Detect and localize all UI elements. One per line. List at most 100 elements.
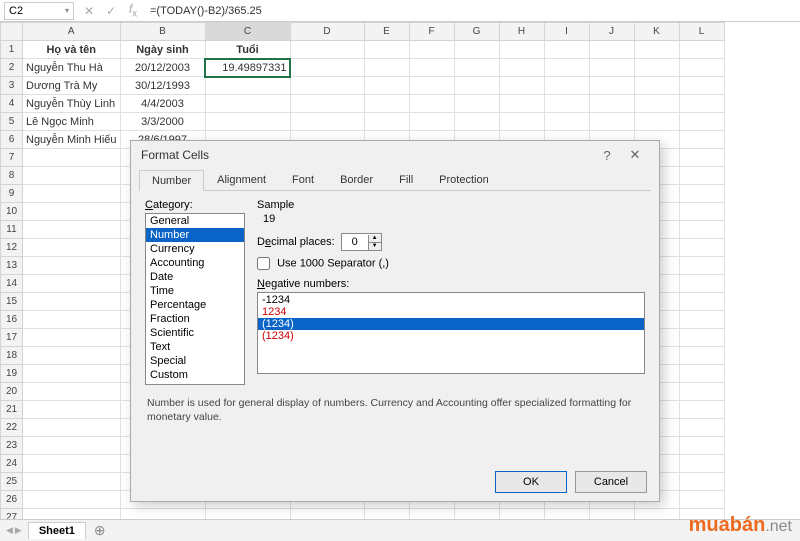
cell[interactable]	[679, 419, 724, 437]
cell[interactable]	[589, 509, 634, 520]
cell[interactable]	[205, 113, 290, 131]
category-item[interactable]: Percentage	[146, 298, 244, 312]
cell[interactable]	[589, 41, 634, 59]
row-header[interactable]: 8	[1, 167, 23, 185]
column-header[interactable]: I	[544, 23, 589, 41]
cell[interactable]	[23, 473, 121, 491]
cell[interactable]	[23, 239, 121, 257]
cell[interactable]	[120, 509, 205, 520]
category-item[interactable]: Custom	[146, 368, 244, 382]
cell[interactable]: Nguyễn Thùy Linh	[23, 95, 121, 113]
cell[interactable]	[679, 203, 724, 221]
name-box[interactable]: C2 ▾	[4, 2, 74, 20]
cell[interactable]	[290, 59, 364, 77]
cell[interactable]	[544, 41, 589, 59]
row-header[interactable]: 5	[1, 113, 23, 131]
category-item[interactable]: Date	[146, 270, 244, 284]
row-header[interactable]: 14	[1, 275, 23, 293]
cell[interactable]	[23, 167, 121, 185]
cell[interactable]	[23, 347, 121, 365]
fx-icon[interactable]: fx	[122, 2, 144, 19]
cell[interactable]	[23, 419, 121, 437]
cell[interactable]	[499, 77, 544, 95]
column-header[interactable]: B	[120, 23, 205, 41]
row-header[interactable]: 11	[1, 221, 23, 239]
cell[interactable]	[589, 113, 634, 131]
cell[interactable]	[23, 257, 121, 275]
cell[interactable]	[679, 473, 724, 491]
help-icon[interactable]: ?	[593, 148, 621, 163]
row-header[interactable]: 19	[1, 365, 23, 383]
cell[interactable]	[23, 149, 121, 167]
category-item[interactable]: Scientific	[146, 326, 244, 340]
row-header[interactable]: 17	[1, 329, 23, 347]
cell[interactable]	[634, 95, 679, 113]
column-header[interactable]: A	[23, 23, 121, 41]
cell[interactable]	[23, 203, 121, 221]
cell[interactable]	[679, 59, 724, 77]
close-icon[interactable]: ✕	[621, 147, 649, 163]
row-header[interactable]: 24	[1, 455, 23, 473]
name-box-dropdown-icon[interactable]: ▾	[65, 6, 69, 15]
column-header[interactable]: K	[634, 23, 679, 41]
cell[interactable]	[409, 509, 454, 520]
dialog-tab-number[interactable]: Number	[139, 170, 204, 191]
cell[interactable]	[679, 383, 724, 401]
cell[interactable]	[23, 275, 121, 293]
row-header[interactable]: 15	[1, 293, 23, 311]
negative-numbers-list[interactable]: -12341234(1234)(1234)	[257, 292, 645, 374]
cell[interactable]	[364, 509, 409, 520]
cell[interactable]	[679, 329, 724, 347]
cell[interactable]	[499, 59, 544, 77]
cell[interactable]	[23, 329, 121, 347]
cell[interactable]: 20/12/2003	[120, 59, 205, 77]
negative-format-item[interactable]: 1234	[258, 306, 644, 318]
cell[interactable]	[679, 41, 724, 59]
cancel-formula-icon[interactable]: ✕	[78, 4, 100, 18]
row-header[interactable]: 12	[1, 239, 23, 257]
cell[interactable]	[634, 59, 679, 77]
column-header[interactable]: E	[364, 23, 409, 41]
tab-nav-next-icon[interactable]: ▶	[15, 525, 22, 536]
cell[interactable]	[205, 95, 290, 113]
row-header[interactable]: 25	[1, 473, 23, 491]
cancel-button[interactable]: Cancel	[575, 471, 647, 493]
cell[interactable]	[454, 509, 499, 520]
category-item[interactable]: General	[146, 214, 244, 228]
column-header[interactable]: L	[679, 23, 724, 41]
cell[interactable]	[544, 509, 589, 520]
cell[interactable]	[679, 221, 724, 239]
row-header[interactable]: 4	[1, 95, 23, 113]
cell[interactable]	[23, 509, 121, 520]
cell[interactable]	[679, 77, 724, 95]
cell[interactable]	[23, 293, 121, 311]
decimal-places-stepper[interactable]: ▲▼	[341, 233, 382, 251]
column-header[interactable]: C	[205, 23, 290, 41]
cell[interactable]	[679, 455, 724, 473]
cell[interactable]	[364, 113, 409, 131]
spin-down-icon[interactable]: ▼	[369, 243, 381, 250]
cell[interactable]	[679, 95, 724, 113]
cell[interactable]	[364, 59, 409, 77]
dialog-tab-alignment[interactable]: Alignment	[204, 169, 279, 190]
cell[interactable]	[679, 401, 724, 419]
cell[interactable]	[589, 77, 634, 95]
cell[interactable]	[290, 509, 364, 520]
cell[interactable]	[679, 275, 724, 293]
row-header[interactable]: 26	[1, 491, 23, 509]
category-item[interactable]: Special	[146, 354, 244, 368]
row-header[interactable]: 7	[1, 149, 23, 167]
cell[interactable]	[589, 95, 634, 113]
cell[interactable]	[409, 59, 454, 77]
dialog-tab-protection[interactable]: Protection	[426, 169, 502, 190]
cell[interactable]	[544, 77, 589, 95]
cell[interactable]	[679, 491, 724, 509]
select-all-corner[interactable]	[1, 23, 23, 41]
formula-input[interactable]: =(TODAY()-B2)/365.25	[144, 5, 800, 17]
decimal-places-input[interactable]	[342, 236, 368, 248]
cell[interactable]	[23, 401, 121, 419]
cell[interactable]	[499, 113, 544, 131]
cell[interactable]: Dương Trà My	[23, 77, 121, 95]
cell[interactable]	[23, 311, 121, 329]
category-list[interactable]: GeneralNumberCurrencyAccountingDateTimeP…	[145, 213, 245, 385]
